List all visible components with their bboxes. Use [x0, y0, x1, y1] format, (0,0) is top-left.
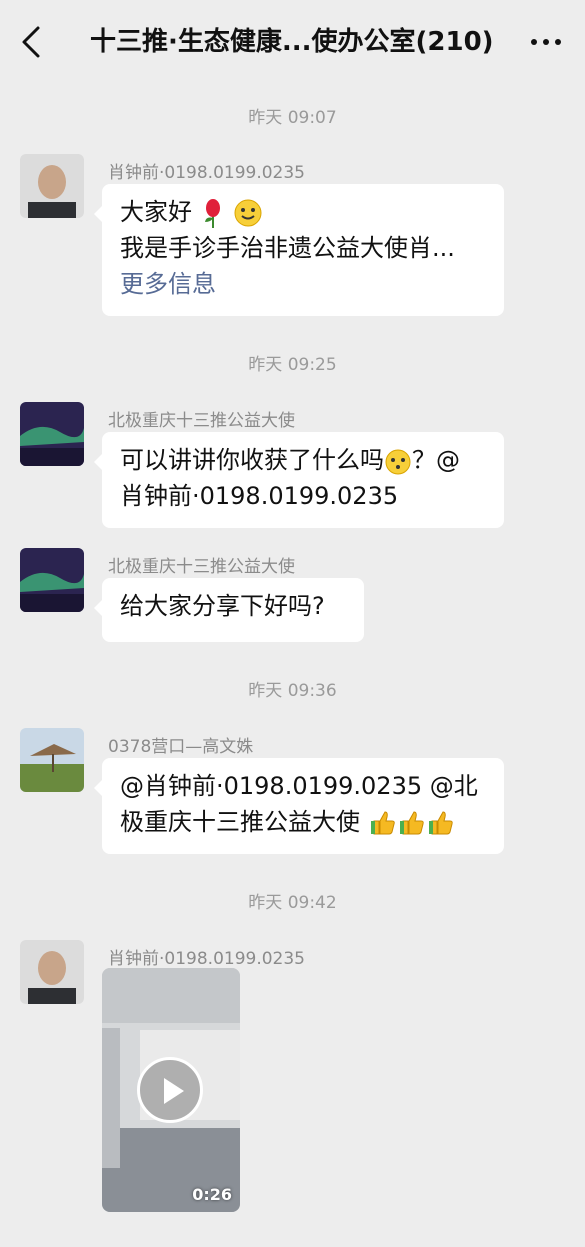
aurora-avatar-icon	[20, 402, 84, 466]
sender-name: 北极重庆十三推公益大使	[108, 557, 295, 577]
more-info-link[interactable]: 更多信息	[120, 266, 486, 302]
rose-icon	[204, 199, 220, 228]
message-text: @肖钟前·0198.0199.0235 @北	[120, 772, 478, 800]
avatar[interactable]	[20, 940, 84, 1004]
timestamp: 昨天 09:36	[248, 681, 337, 701]
sender-name: 0378营口—高文姝	[108, 737, 254, 757]
timestamp: 昨天 09:25	[248, 355, 337, 375]
message-text: 给大家分享下好吗?	[120, 592, 325, 620]
chat-title: 十三推·生态健康...使办公室(210)	[90, 27, 494, 57]
person-avatar-icon	[20, 154, 84, 218]
sender-name: 肖钟前·0198.0199.0235	[108, 163, 306, 183]
confused-emoji-icon	[385, 449, 411, 475]
sender-name: 肖钟前·0198.0199.0235	[108, 949, 306, 969]
top-navigation-bar: 十三推·生态健康...使办公室(210)	[0, 0, 585, 86]
outdoor-avatar-icon	[20, 728, 84, 792]
play-button[interactable]	[137, 1057, 203, 1123]
message-text: 可以讲讲你收获了什么吗	[120, 446, 384, 474]
message-bubble[interactable]: 给大家分享下好吗?	[94, 578, 364, 642]
message-text: 大家好	[120, 198, 192, 226]
video-message[interactable]: 0:26	[102, 968, 240, 1212]
avatar[interactable]	[20, 728, 84, 792]
thumbs-up-icon	[370, 811, 453, 835]
timestamp: 昨天 09:42	[248, 893, 337, 913]
message-text: 极重庆十三推公益大使	[120, 808, 360, 836]
avatar[interactable]	[20, 154, 84, 218]
sender-name: 北极重庆十三推公益大使	[108, 411, 295, 431]
smile-emoji-icon	[234, 199, 262, 227]
timestamp: 昨天 09:07	[248, 108, 337, 128]
person-avatar-icon	[20, 940, 84, 1004]
avatar[interactable]	[20, 402, 84, 466]
message-bubble[interactable]: 可以讲讲你收获了什么吗 ？@ 肖钟前·0198.0199.0235	[94, 432, 504, 528]
avatar[interactable]	[20, 548, 84, 612]
message-text: 我是手诊手治非遗公益大使肖...	[120, 234, 455, 262]
aurora-avatar-icon	[20, 548, 84, 612]
more-options-icon[interactable]	[521, 22, 571, 62]
message-text: ？@	[412, 446, 460, 474]
video-duration: 0:26	[192, 1185, 232, 1204]
message-text: 肖钟前·0198.0199.0235	[120, 482, 399, 510]
back-chevron-icon[interactable]	[14, 22, 54, 62]
message-bubble[interactable]: 大家好 我是手诊手治非遗公益大使肖... 更多信息	[94, 184, 504, 316]
message-bubble[interactable]: @肖钟前·0198.0199.0235 @北 极重庆十三推公益大使	[94, 758, 504, 854]
